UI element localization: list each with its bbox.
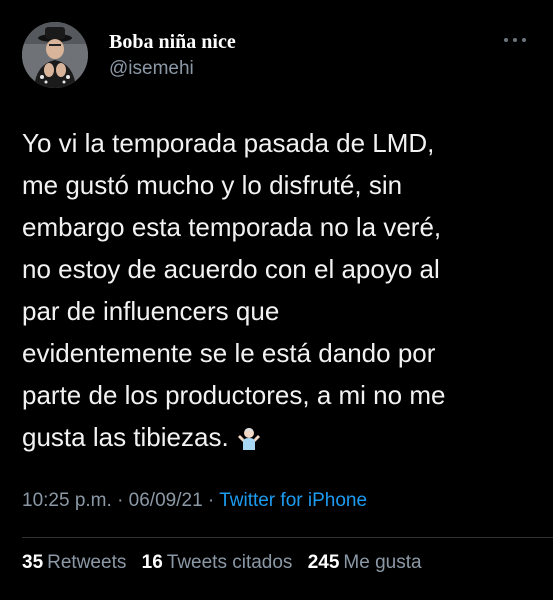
quote-tweets-count: 16 (141, 552, 163, 573)
more-dot-icon (504, 38, 508, 42)
author-avatar[interactable] (22, 22, 88, 88)
likes-label: Me gusta (343, 552, 422, 573)
likes-count: 245 (307, 552, 340, 573)
quote-tweets-label: Tweets citados (166, 552, 293, 573)
retweets-label: Retweets (47, 552, 127, 573)
meta-separator: · (117, 490, 124, 511)
tweet-source-link[interactable]: Twitter for iPhone (219, 490, 367, 511)
tweet-meta: 10:25 p.m. · 06/09/21 · Twitter for iPho… (22, 490, 367, 512)
author-handle[interactable]: @isemehi (109, 58, 194, 80)
person-shrugging-emoji-icon (237, 420, 261, 462)
tweet-text: Yo vi la temporada pasada de LMD, me gus… (22, 128, 446, 452)
tweet-stats: 35 Retweets 16 Tweets citados 245 Me gusta (22, 552, 432, 574)
author-display-name[interactable]: Boba niña nice (109, 31, 236, 54)
more-dot-icon (513, 38, 517, 42)
divider (22, 537, 553, 538)
more-dot-icon (522, 38, 526, 42)
tweet-date[interactable]: 06/09/21 (129, 490, 203, 511)
retweets-count: 35 (22, 552, 44, 573)
tweet-body: Yo vi la temporada pasada de LMD, me gus… (22, 122, 537, 462)
avatar-image-icon (22, 22, 88, 88)
likes-stat[interactable]: 245 Me gusta (308, 552, 422, 574)
more-options-button[interactable] (500, 30, 530, 50)
tweet-card: Boba niña nice @isemehi Yo vi la tempora… (0, 0, 553, 600)
tweet-time[interactable]: 10:25 p.m. (22, 490, 112, 511)
quote-tweets-stat[interactable]: 16 Tweets citados (142, 552, 293, 574)
retweets-stat[interactable]: 35 Retweets (22, 552, 126, 574)
meta-separator: · (207, 490, 215, 511)
